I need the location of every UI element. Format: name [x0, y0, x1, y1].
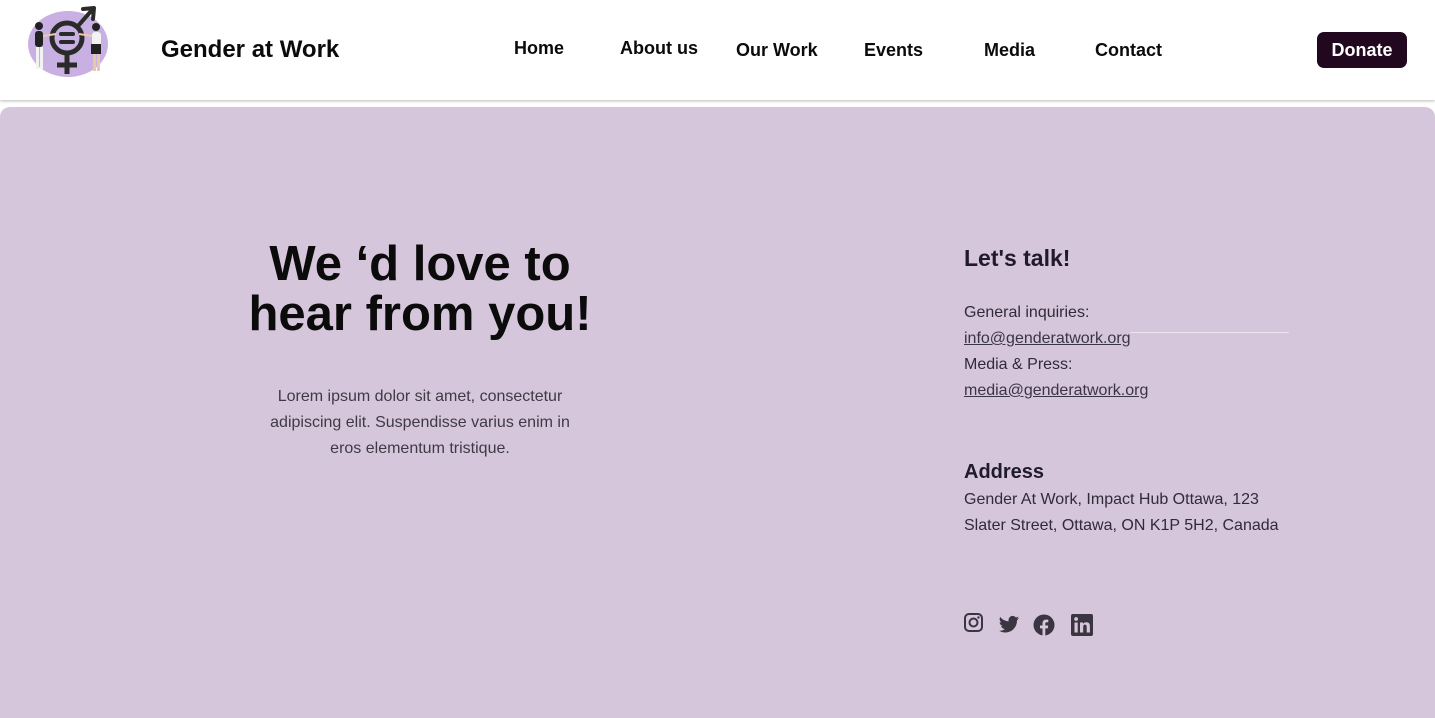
media-press-label: Media & Press: [964, 356, 1073, 373]
nav-contact[interactable]: Contact [1095, 40, 1162, 61]
nav-home[interactable]: Home [514, 38, 564, 59]
divider-line [1130, 332, 1289, 333]
contact-details: General inquiries: info@genderatwork.org… [964, 300, 1148, 404]
general-email-link[interactable]: info@genderatwork.org [964, 326, 1148, 352]
nav-about-us[interactable]: About us [620, 38, 698, 59]
lead-line: Lorem ipsum dolor sit amet, consectetur [277, 388, 563, 405]
general-inquiries-label: General inquiries: [964, 304, 1090, 321]
headline-line: hear from you! [248, 287, 592, 341]
address-text: Gender At Work, Impact Hub Ottawa, 123 S… [964, 487, 1279, 539]
lead-line: adipiscing elit. Suspendisse varius enim… [270, 414, 570, 431]
media-email-link[interactable]: media@genderatwork.org [964, 378, 1148, 404]
nav-events[interactable]: Events [864, 40, 923, 61]
donate-button[interactable]: Donate [1317, 32, 1407, 68]
gender-at-work-logo[interactable] [26, 4, 110, 78]
nav-our-work[interactable]: Our Work [736, 40, 818, 61]
twitter-icon[interactable] [998, 615, 1020, 635]
brand-name[interactable]: Gender at Work [161, 36, 339, 64]
address-line: Gender At Work, Impact Hub Ottawa, 123 [964, 491, 1259, 508]
lead-paragraph: Lorem ipsum dolor sit amet, consectetur … [260, 384, 580, 462]
address-heading: Address [964, 461, 1045, 483]
page-headline: We ‘d love to hear from you! [230, 239, 610, 339]
lets-talk-heading: Let's talk! [964, 245, 1071, 271]
instagram-icon[interactable] [964, 613, 984, 633]
site-header: Gender at Work Home About us Our Work Ev… [0, 0, 1435, 100]
lead-line: eros elementum tristique. [330, 440, 510, 457]
facebook-icon[interactable] [1033, 614, 1055, 636]
address-line: Slater Street, Ottawa, ON K1P 5H2, Canad… [964, 517, 1279, 534]
nav-media[interactable]: Media [984, 40, 1035, 61]
contact-section: We ‘d love to hear from you! Lorem ipsum… [0, 107, 1435, 718]
linkedin-icon[interactable] [1071, 614, 1093, 636]
headline-line: We ‘d love to [269, 237, 571, 291]
